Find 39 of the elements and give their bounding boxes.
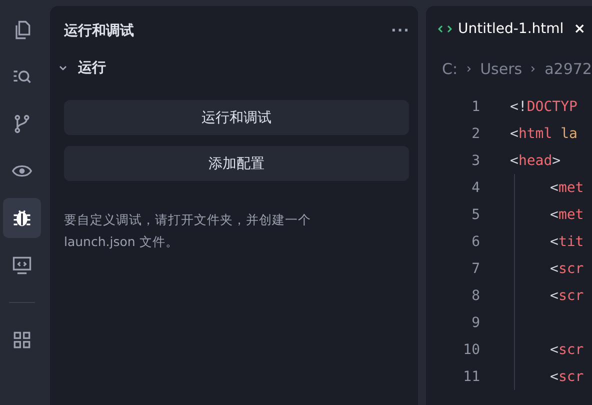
code-line: <html la: [510, 126, 578, 142]
code-line: <scr: [550, 260, 584, 276]
code-line: <!DOCTYP: [510, 98, 578, 114]
chevron-icon: [530, 64, 537, 74]
line-number: 1: [470, 98, 481, 114]
breadcrumb-item[interactable]: Users: [480, 60, 522, 78]
monitor-icon: [11, 254, 33, 276]
line-number: 10: [462, 342, 481, 358]
breadcrumb-item[interactable]: C:: [442, 60, 458, 78]
more-actions-button[interactable]: ···: [391, 23, 410, 39]
chevron-icon: [466, 64, 472, 74]
line-number: 5: [470, 206, 481, 222]
code-line: <met: [550, 206, 584, 222]
line-number: 3: [470, 152, 481, 168]
line-number: 8: [470, 288, 481, 304]
code-line: <met: [550, 180, 584, 196]
code-line: <tit: [550, 234, 584, 250]
code-line: <scr: [550, 368, 584, 384]
line-number: 7: [470, 260, 481, 276]
line-number: 11: [462, 368, 481, 384]
line-number: 9: [470, 314, 481, 330]
chevron-icon: [58, 63, 68, 73]
action-button[interactable]: 运行和调试: [64, 100, 409, 135]
code-icon: [438, 24, 452, 34]
section-header[interactable]: 运行: [58, 56, 410, 80]
panel-title: 运行和调试: [64, 22, 134, 40]
line-number: 6: [470, 234, 481, 250]
hint-text: 要自定义调试，请打开文件夹，并创建一个 launch.json 文件。: [64, 211, 312, 251]
line-number: 4: [470, 180, 481, 196]
activity-button[interactable]: [3, 198, 41, 238]
line-number: 2: [470, 126, 481, 142]
grid-icon: [11, 329, 33, 351]
code-line: <scr: [550, 342, 584, 358]
editor-tab[interactable]: Untitled-1.html ×: [438, 21, 586, 37]
close-button[interactable]: ×: [574, 21, 586, 37]
breadcrumb-item[interactable]: a2972: [544, 60, 592, 78]
code-line: <head>: [510, 152, 561, 168]
code-line: <scr: [550, 288, 584, 304]
action-button[interactable]: 添加配置: [64, 146, 409, 181]
